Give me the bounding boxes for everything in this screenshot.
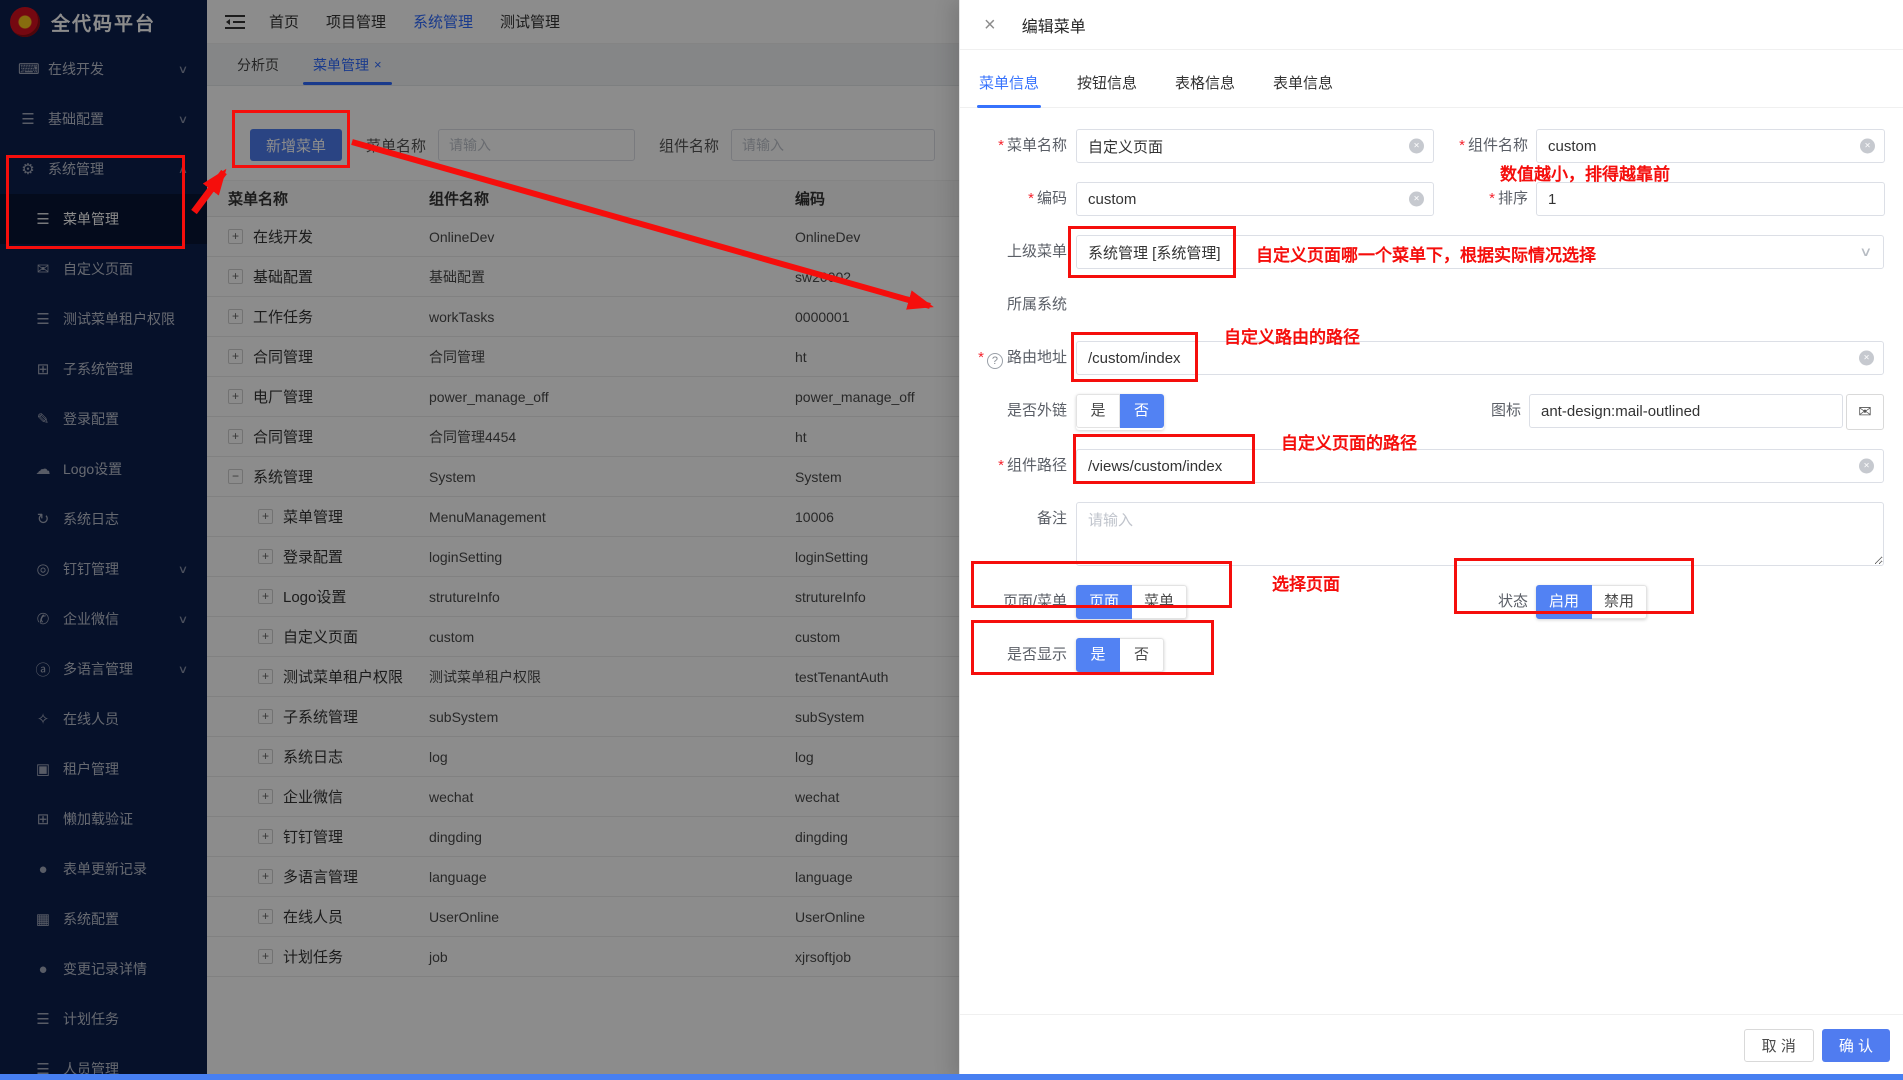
- comp-path-input[interactable]: /views/custom/index ×: [1076, 449, 1884, 483]
- external-link-toggle: 是 否: [1076, 394, 1164, 430]
- route-label: *?路由地址: [947, 341, 1067, 375]
- status-label: 状态: [1434, 585, 1528, 619]
- visible-yes-option[interactable]: 是: [1076, 638, 1120, 672]
- comp-name-input[interactable]: custom ×: [1536, 129, 1885, 163]
- remark-label: 备注: [981, 502, 1067, 566]
- menu-option[interactable]: 菜单: [1132, 585, 1187, 619]
- route-input[interactable]: /custom/index ×: [1076, 341, 1884, 375]
- page-menu-toggle: 页面 菜单: [1076, 585, 1187, 619]
- bottom-edge-strip: [0, 1074, 1903, 1080]
- confirm-button[interactable]: 确 认: [1822, 1029, 1890, 1062]
- question-icon: ?: [987, 353, 1003, 369]
- drawer-header: × 编辑菜单: [960, 0, 1903, 50]
- menu-name-label: *菜单名称: [981, 129, 1067, 163]
- external-no-option[interactable]: 否: [1120, 394, 1164, 428]
- visible-label: 是否显示: [981, 638, 1067, 672]
- chevron-down-icon: ∨: [1860, 244, 1873, 260]
- clear-icon[interactable]: ×: [1409, 139, 1424, 154]
- comp-name-label: *组件名称: [1434, 129, 1528, 163]
- icon-input[interactable]: ant-design:mail-outlined: [1529, 394, 1843, 428]
- comp-path-label: *组件路径: [981, 449, 1067, 483]
- system-label: 所属系统: [981, 288, 1067, 322]
- clear-icon[interactable]: ×: [1859, 351, 1874, 366]
- drawer-footer: 取 消 确 认: [960, 1014, 1903, 1074]
- page-menu-label: 页面/菜单: [981, 585, 1067, 619]
- sort-input[interactable]: 1: [1536, 182, 1885, 216]
- remark-textarea[interactable]: [1076, 502, 1884, 566]
- external-link-label: 是否外链: [981, 394, 1067, 430]
- visible-no-option[interactable]: 否: [1120, 638, 1164, 672]
- clear-icon[interactable]: ×: [1860, 139, 1875, 154]
- clear-icon[interactable]: ×: [1859, 459, 1874, 474]
- parent-menu-label: 上级菜单: [981, 235, 1067, 269]
- menu-name-input[interactable]: 自定义页面 ×: [1076, 129, 1434, 163]
- sort-label: *排序: [1434, 182, 1528, 216]
- clear-icon[interactable]: ×: [1409, 192, 1424, 207]
- code-input[interactable]: custom ×: [1076, 182, 1434, 216]
- menu-info-form: *菜单名称 自定义页面 × *组件名称 custom × *编码 custom: [960, 108, 1903, 672]
- drawer-tab[interactable]: 按钮信息: [1075, 72, 1139, 107]
- close-icon[interactable]: ×: [984, 15, 996, 35]
- icon-label: 图标: [1427, 394, 1521, 430]
- visible-toggle: 是 否: [1076, 638, 1164, 672]
- drawer-tab[interactable]: 菜单信息: [977, 72, 1041, 107]
- status-toggle: 启用 禁用: [1536, 585, 1647, 619]
- drawer-tab[interactable]: 表单信息: [1271, 72, 1335, 107]
- cancel-button[interactable]: 取 消: [1744, 1029, 1814, 1062]
- mail-icon: ✉: [1858, 402, 1871, 422]
- external-yes-option[interactable]: 是: [1076, 394, 1120, 428]
- enable-option[interactable]: 启用: [1536, 585, 1592, 619]
- edit-menu-drawer: × 编辑菜单 菜单信息 按钮信息 表格信息 表单信息 *菜单名称 自定义页面 ×…: [959, 0, 1903, 1080]
- icon-picker-button[interactable]: ✉: [1846, 394, 1884, 430]
- drawer-mask[interactable]: [0, 0, 959, 1080]
- drawer-tabs: 菜单信息 按钮信息 表格信息 表单信息: [960, 50, 1903, 108]
- parent-menu-select[interactable]: 系统管理 [系统管理] ∨: [1076, 235, 1884, 269]
- page-option[interactable]: 页面: [1076, 585, 1132, 619]
- drawer-tab[interactable]: 表格信息: [1173, 72, 1237, 107]
- code-label: *编码: [981, 182, 1067, 216]
- drawer-title: 编辑菜单: [1022, 13, 1086, 37]
- disable-option[interactable]: 禁用: [1592, 585, 1647, 619]
